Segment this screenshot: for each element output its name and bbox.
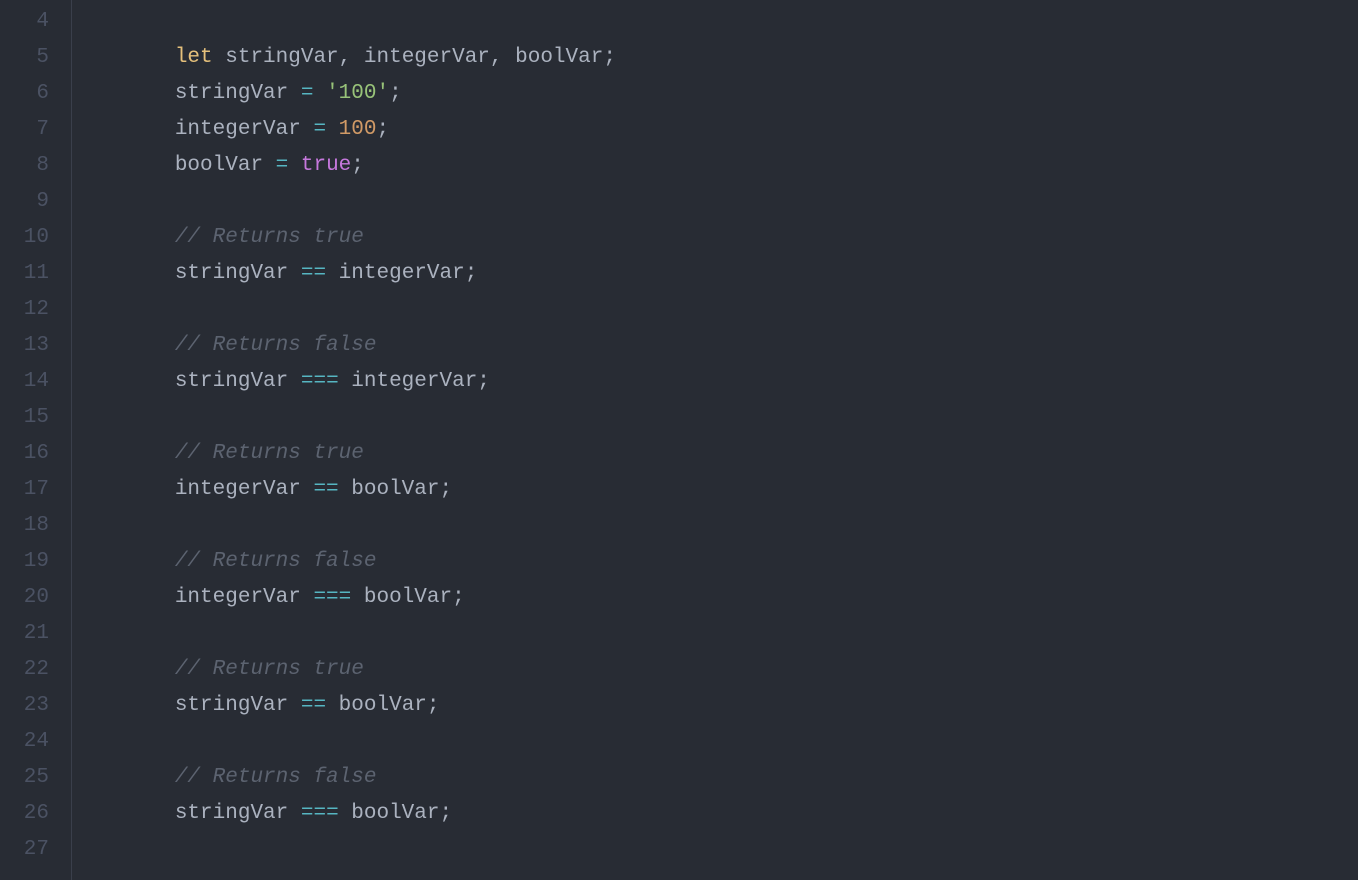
code-token: '100' bbox=[326, 82, 389, 105]
code-line[interactable]: // Returns true bbox=[74, 220, 364, 256]
code-token: // Returns false bbox=[175, 766, 377, 789]
code-token: ; bbox=[603, 46, 616, 69]
code-token: ; bbox=[440, 802, 453, 825]
code-token: = bbox=[313, 118, 326, 141]
code-token: boolVar bbox=[326, 694, 427, 717]
code-token: integerVar bbox=[351, 46, 490, 69]
line-number: 5 bbox=[0, 40, 71, 76]
code-token: ; bbox=[477, 370, 490, 393]
code-line[interactable]: stringVar == boolVar; bbox=[74, 688, 440, 724]
line-number: 25 bbox=[0, 760, 71, 796]
code-token: , bbox=[339, 46, 352, 69]
code-line[interactable]: let stringVar, integerVar, boolVar; bbox=[74, 40, 616, 76]
code-token: stringVar bbox=[175, 694, 301, 717]
line-number: 16 bbox=[0, 436, 71, 472]
code-token: integerVar bbox=[175, 478, 314, 501]
code-token: === bbox=[301, 370, 339, 393]
code-token: === bbox=[313, 586, 351, 609]
code-token: stringVar bbox=[175, 82, 301, 105]
code-line[interactable]: integerVar == boolVar; bbox=[74, 472, 452, 508]
code-line[interactable]: // Returns false bbox=[74, 328, 376, 364]
code-token: true bbox=[301, 154, 351, 177]
line-number: 27 bbox=[0, 832, 71, 868]
line-number: 14 bbox=[0, 364, 71, 400]
line-number: 24 bbox=[0, 724, 71, 760]
line-number: 26 bbox=[0, 796, 71, 832]
code-token bbox=[288, 154, 301, 177]
code-token: = bbox=[276, 154, 289, 177]
code-area[interactable]: let stringVar, integerVar, boolVar; stri… bbox=[72, 0, 1358, 880]
code-token: // Returns true bbox=[175, 658, 364, 681]
line-number: 6 bbox=[0, 76, 71, 112]
code-token: boolVar bbox=[339, 478, 440, 501]
code-line[interactable]: // Returns false bbox=[74, 544, 376, 580]
code-token: boolVar bbox=[351, 586, 452, 609]
code-token: ; bbox=[351, 154, 364, 177]
code-token: let bbox=[175, 46, 213, 69]
code-token: boolVar bbox=[339, 802, 440, 825]
line-number: 13 bbox=[0, 328, 71, 364]
line-number: 17 bbox=[0, 472, 71, 508]
line-number: 21 bbox=[0, 616, 71, 652]
code-token: integerVar bbox=[175, 586, 314, 609]
line-number: 12 bbox=[0, 292, 71, 328]
code-token: ; bbox=[376, 118, 389, 141]
code-token: // Returns true bbox=[175, 226, 364, 249]
code-line[interactable]: stringVar === boolVar; bbox=[74, 796, 452, 832]
code-token: == bbox=[301, 262, 326, 285]
code-token: // Returns false bbox=[175, 334, 377, 357]
code-token: stringVar bbox=[175, 802, 301, 825]
code-line[interactable]: boolVar = true; bbox=[74, 148, 364, 184]
code-token: 100 bbox=[339, 118, 377, 141]
code-token: === bbox=[301, 802, 339, 825]
code-line[interactable]: stringVar = '100'; bbox=[74, 76, 402, 112]
line-number: 10 bbox=[0, 220, 71, 256]
code-token: // Returns true bbox=[175, 442, 364, 465]
line-number: 20 bbox=[0, 580, 71, 616]
code-token: integerVar bbox=[175, 118, 314, 141]
code-line[interactable]: // Returns true bbox=[74, 436, 364, 472]
code-token: == bbox=[301, 694, 326, 717]
code-line[interactable]: integerVar = 100; bbox=[74, 112, 389, 148]
line-number: 8 bbox=[0, 148, 71, 184]
code-token: stringVar bbox=[175, 370, 301, 393]
line-number-gutter: 4567891011121314151617181920212223242526… bbox=[0, 0, 72, 880]
code-line[interactable]: // Returns true bbox=[74, 652, 364, 688]
code-token: ; bbox=[465, 262, 478, 285]
code-token: integerVar bbox=[326, 262, 465, 285]
code-token: , bbox=[490, 46, 503, 69]
line-number: 19 bbox=[0, 544, 71, 580]
code-line[interactable]: stringVar === integerVar; bbox=[74, 364, 490, 400]
code-token: ; bbox=[389, 82, 402, 105]
code-token: // Returns false bbox=[175, 550, 377, 573]
line-number: 7 bbox=[0, 112, 71, 148]
line-number: 23 bbox=[0, 688, 71, 724]
code-token: stringVar bbox=[213, 46, 339, 69]
code-token: ; bbox=[427, 694, 440, 717]
code-line[interactable]: // Returns false bbox=[74, 760, 376, 796]
line-number: 15 bbox=[0, 400, 71, 436]
code-token: boolVar bbox=[503, 46, 604, 69]
line-number: 4 bbox=[0, 4, 71, 40]
code-token: stringVar bbox=[175, 262, 301, 285]
code-line[interactable]: stringVar == integerVar; bbox=[74, 256, 477, 292]
line-number: 22 bbox=[0, 652, 71, 688]
code-token bbox=[326, 118, 339, 141]
line-number: 9 bbox=[0, 184, 71, 220]
line-number: 11 bbox=[0, 256, 71, 292]
code-token: == bbox=[313, 478, 338, 501]
code-token: ; bbox=[452, 586, 465, 609]
code-editor[interactable]: 4567891011121314151617181920212223242526… bbox=[0, 0, 1358, 880]
code-token: ; bbox=[440, 478, 453, 501]
line-number: 18 bbox=[0, 508, 71, 544]
code-token: = bbox=[301, 82, 314, 105]
code-line[interactable]: integerVar === boolVar; bbox=[74, 580, 465, 616]
code-token: integerVar bbox=[339, 370, 478, 393]
code-token: boolVar bbox=[175, 154, 276, 177]
code-token bbox=[313, 82, 326, 105]
